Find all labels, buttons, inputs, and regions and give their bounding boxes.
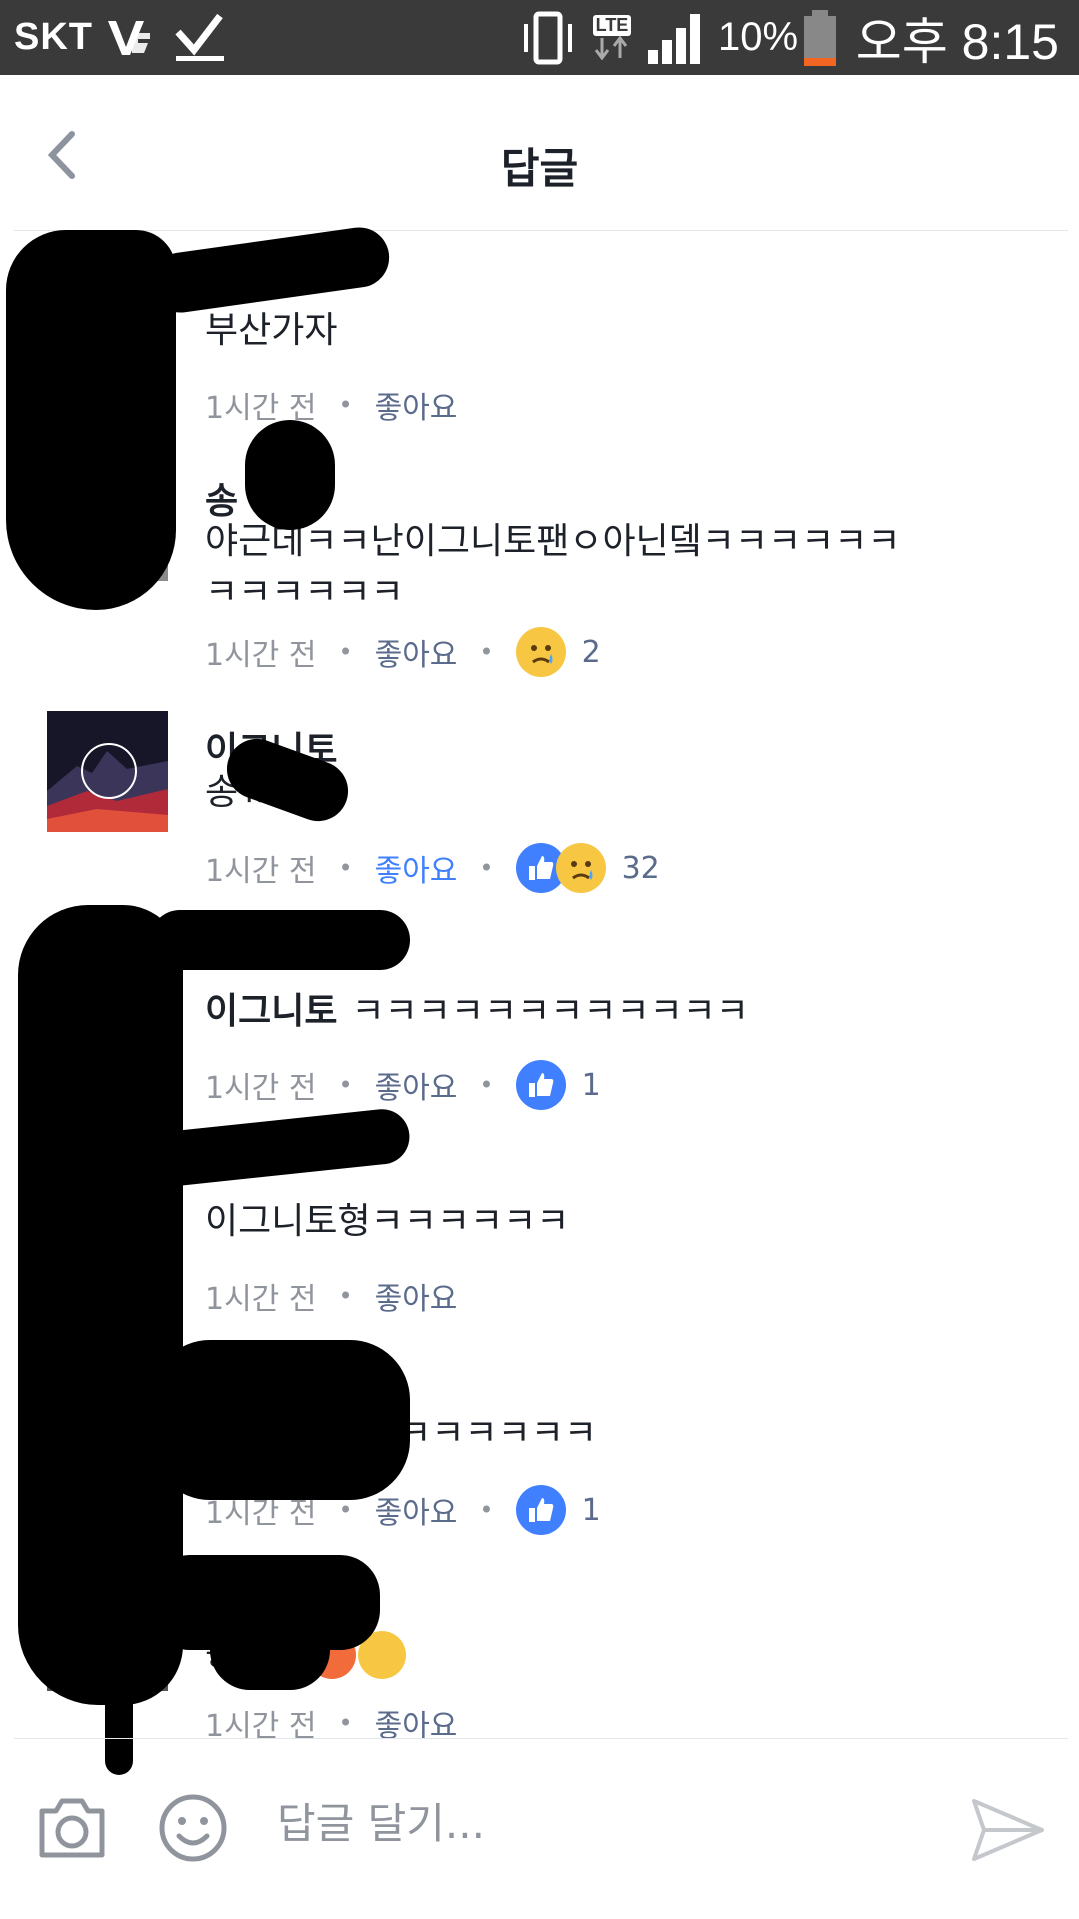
v-icon	[104, 0, 154, 75]
header-divider	[14, 230, 1068, 231]
camera-button[interactable]	[36, 1795, 108, 1865]
comment-meta: 1시간 전 • 좋아요 • 32	[205, 843, 660, 893]
comment-time: 1시간 전	[205, 638, 317, 673]
redaction-mark	[150, 910, 410, 970]
reply-input[interactable]	[275, 1798, 929, 1849]
page-title: 답글	[500, 144, 579, 193]
like-link[interactable]: 좋아요	[375, 383, 458, 427]
comment-text: 이그니토형ㅋㅋㅋㅋㅋㅋ	[205, 1201, 570, 1242]
status-bar: SKT LTE 10% 오후 8:15	[0, 0, 1079, 75]
send-button[interactable]	[970, 1795, 1046, 1869]
lte-icon: LTE	[592, 0, 632, 75]
separator-dot: •	[338, 391, 353, 419]
emoji-button[interactable]	[157, 1792, 229, 1868]
reaction-count[interactable]: 1	[582, 1493, 601, 1528]
header: 답글	[0, 75, 1079, 230]
camera-icon	[39, 1798, 105, 1858]
reaction-count[interactable]: 1	[582, 1068, 601, 1103]
sad-reaction-icon[interactable]	[515, 627, 566, 677]
check-icon	[172, 0, 228, 75]
composer-divider	[14, 1738, 1068, 1739]
like-reaction-icon[interactable]	[515, 1060, 566, 1110]
comment-text: 야근데ㅋㅋ난이그니토팬ㅇ아닌뎈ㅋㅋㅋㅋㅋㅋ ㅋㅋㅋㅋㅋㅋ	[205, 521, 901, 613]
separator-dot: •	[479, 854, 494, 882]
comment-text: 부산가자	[205, 310, 338, 351]
comment-text: 글봘ㅋㅋㅋㅋㅋㅋ	[332, 1413, 597, 1454]
like-link[interactable]: 좋아요	[375, 1488, 458, 1532]
avatar[interactable]	[47, 711, 168, 832]
separator-dot: •	[338, 1282, 353, 1310]
separator-dot: •	[338, 1071, 353, 1099]
separator-dot: •	[479, 638, 494, 666]
comment-text: 이그니토 ㅋㅋㅋㅋㅋㅋㅋㅋㅋㅋㅋㅋ	[205, 986, 1025, 1037]
signal-icon	[646, 0, 706, 75]
separator-dot: •	[479, 1496, 494, 1524]
mentioned-author[interactable]: 이그니토	[205, 991, 337, 1032]
sad-reaction-icon[interactable]	[555, 843, 606, 893]
vibrate-icon	[518, 0, 578, 75]
like-link[interactable]: 좋아요	[375, 846, 458, 890]
reaction-count[interactable]: 2	[582, 635, 601, 670]
like-reaction-icon[interactable]	[515, 1485, 566, 1535]
separator-dot: •	[338, 1709, 353, 1737]
carrier-label: SKT	[14, 16, 93, 58]
battery-icon	[800, 0, 840, 75]
comment-time: 1시간 전	[205, 854, 317, 889]
clock: 오후 8:15	[855, 13, 1059, 70]
comment-body: ㅋㅋㅋㅋㅋㅋㅋㅋㅋㅋㅋㅋ	[351, 991, 749, 1032]
reaction-count[interactable]: 32	[622, 851, 660, 886]
like-link[interactable]: 좋아요	[375, 1063, 458, 1107]
smiley-icon	[159, 1794, 227, 1862]
send-icon	[972, 1799, 1044, 1861]
comment-time: 1시간 전	[205, 1071, 317, 1106]
redaction-mark	[245, 420, 335, 530]
comment-meta: 1시간 전 • 좋아요 • 2	[205, 627, 601, 677]
separator-dot: •	[479, 1071, 494, 1099]
separator-dot: •	[338, 638, 353, 666]
battery-percent: 10%	[718, 15, 799, 59]
album-art-image	[47, 711, 168, 832]
redaction-mark	[210, 1610, 330, 1690]
lte-label: LTE	[592, 15, 632, 36]
like-link[interactable]: 좋아요	[375, 1274, 458, 1318]
comment-meta: 1시간 전 • 좋아요 • 1	[205, 1060, 601, 1110]
comment-meta: 1시간 전 • 좋아요	[205, 1271, 457, 1321]
like-link[interactable]: 좋아요	[375, 630, 458, 674]
separator-dot: •	[338, 1496, 353, 1524]
reply-composer	[0, 1740, 1079, 1919]
comment-time: 1시간 전	[205, 1282, 317, 1317]
redaction-mark	[150, 1340, 410, 1500]
comment-meta: 1시간 전 • 좋아요	[205, 380, 457, 430]
separator-dot: •	[338, 854, 353, 882]
